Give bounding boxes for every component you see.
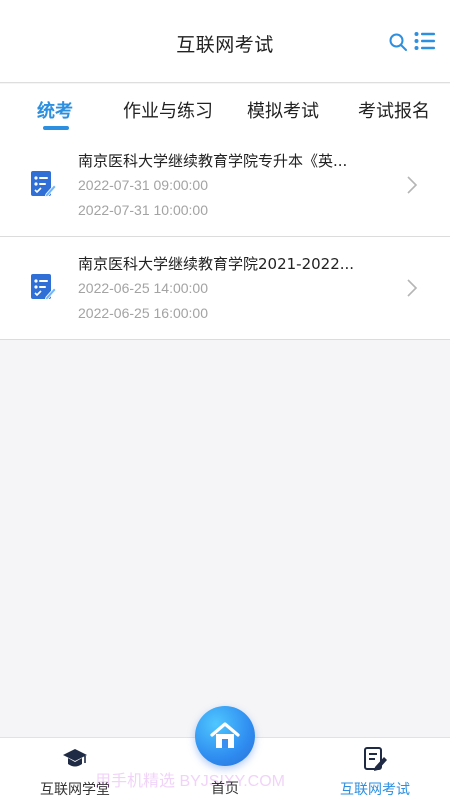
exam-start-time: 2022-06-25 14:00:00	[78, 280, 208, 296]
exam-title: 南京医科大学继续教育学院专升本《英...	[78, 152, 348, 170]
graduation-cap-icon	[63, 749, 87, 767]
exam-paper-icon	[31, 171, 56, 198]
chevron-right-icon	[407, 279, 418, 297]
home-icon	[210, 722, 240, 748]
exam-list: 南京医科大学继续教育学院专升本《英... 2022-07-31 09:00:00…	[0, 134, 450, 340]
exam-end-time: 2022-07-31 10:00:00	[78, 202, 208, 218]
list-item[interactable]: 南京医科大学继续教育学院2021-2022... 2022-06-25 14:0…	[0, 237, 450, 340]
list-item[interactable]: 南京医科大学继续教育学院专升本《英... 2022-07-31 09:00:00…	[0, 134, 450, 237]
nav-internet-exam[interactable]: 互联网考试	[320, 738, 430, 800]
exam-end-time: 2022-06-25 16:00:00	[78, 305, 208, 321]
exam-start-time: 2022-07-31 09:00:00	[78, 177, 208, 193]
tab-homework-practice[interactable]: 作业与练习	[123, 97, 213, 123]
list-menu-icon[interactable]	[414, 31, 436, 51]
watermark-text: 用手机精选 BYJSIXY.COM	[95, 773, 285, 790]
tab-mock-exam[interactable]: 模拟考试	[247, 97, 319, 123]
nav-label: 互联网考试	[340, 782, 410, 798]
edit-document-icon	[364, 747, 387, 771]
tab-unified-exam[interactable]: 统考	[37, 97, 73, 123]
chevron-right-icon	[407, 176, 418, 194]
app-header: 互联网考试	[0, 0, 450, 83]
page-title: 互联网考试	[176, 34, 274, 56]
tab-exam-registration[interactable]: 考试报名	[358, 97, 430, 123]
exam-paper-icon	[31, 274, 56, 301]
tab-active-indicator	[43, 126, 69, 130]
exam-title: 南京医科大学继续教育学院2021-2022...	[78, 255, 355, 273]
home-button[interactable]	[195, 706, 255, 766]
search-icon[interactable]	[388, 32, 408, 52]
tab-bar: 统考 作业与练习 模拟考试 考试报名	[0, 84, 450, 134]
nav-label-home[interactable]: 首页	[195, 778, 255, 798]
